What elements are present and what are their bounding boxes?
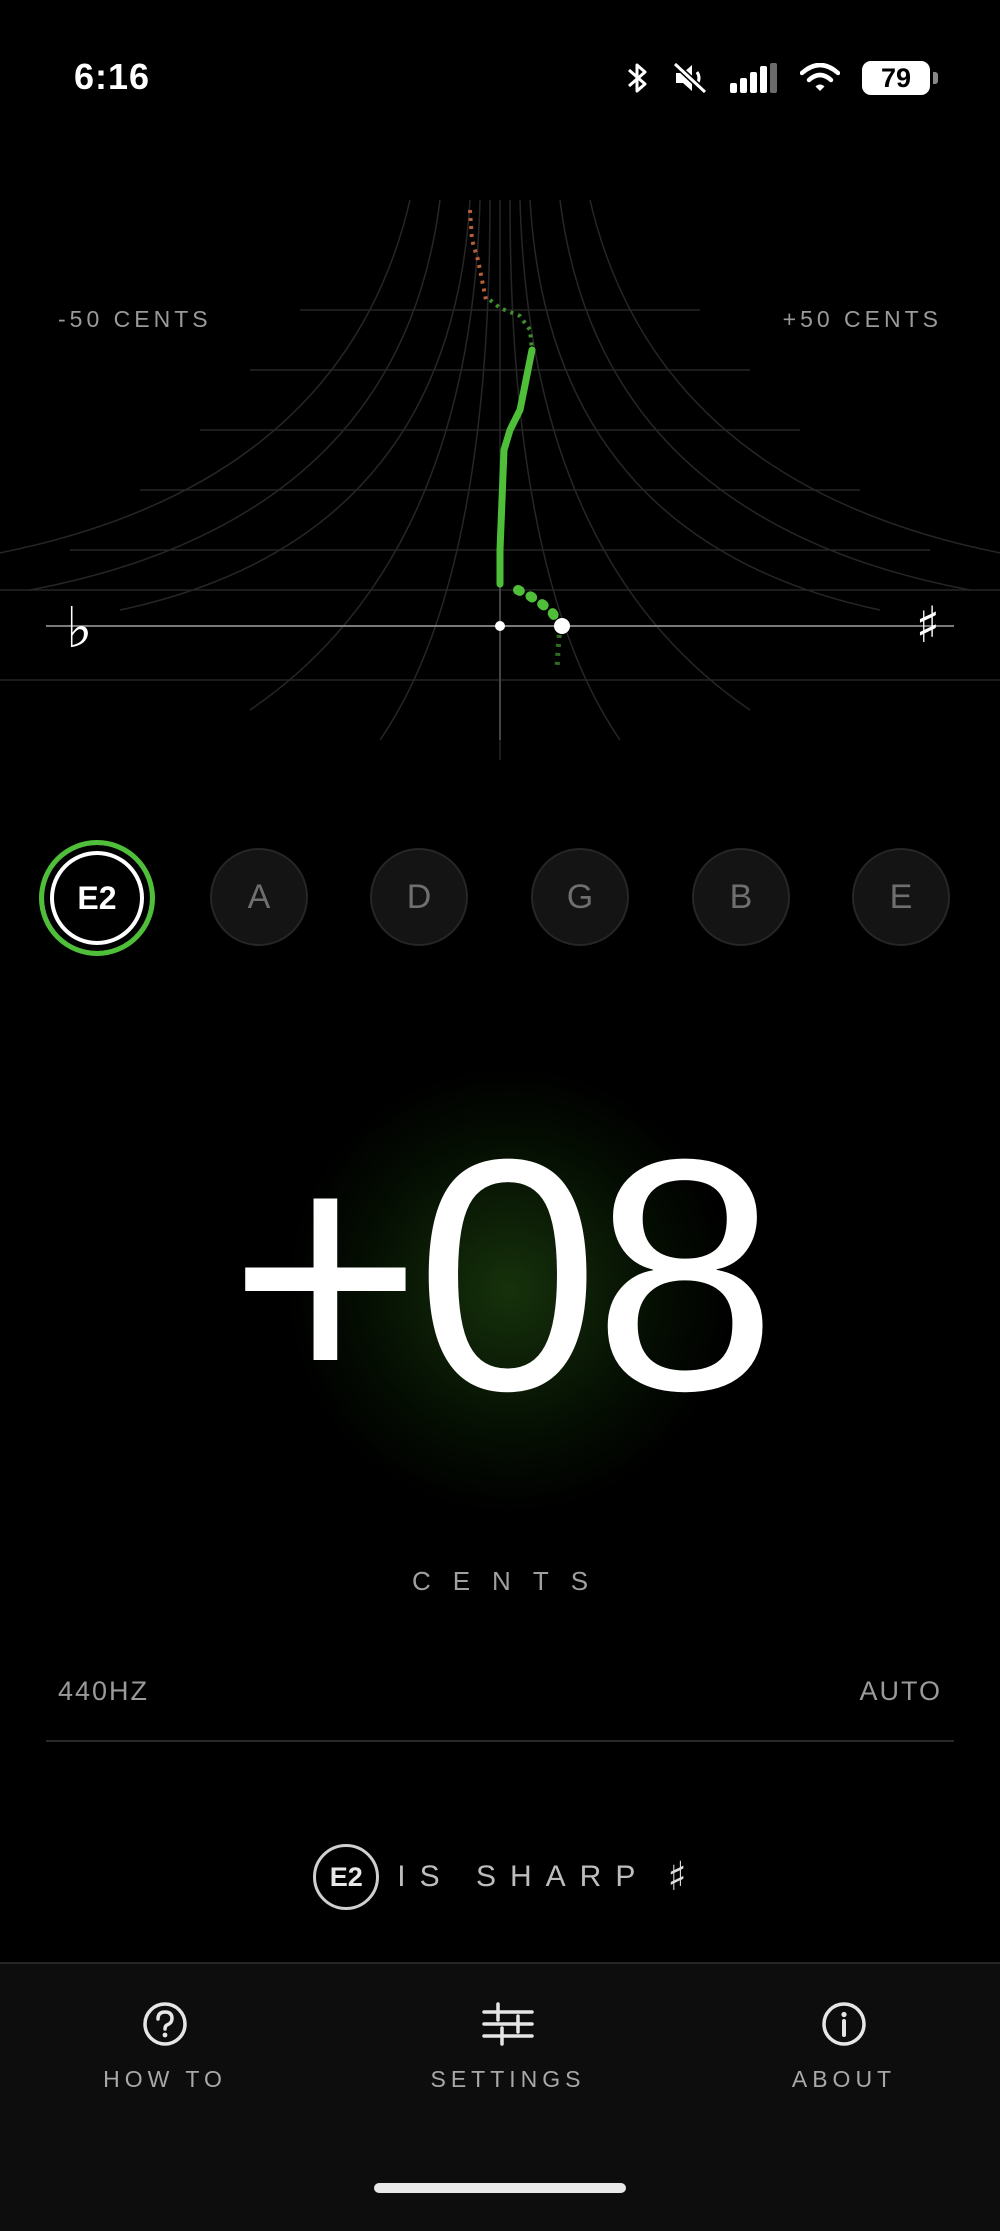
- battery-level: 79: [880, 62, 912, 93]
- pitch-trace-orange: [468, 209, 488, 301]
- battery-icon: 79: [862, 61, 938, 95]
- question-circle-icon: [143, 2002, 187, 2046]
- bluetooth-icon: [628, 63, 647, 93]
- message-sharp-icon: ♯: [667, 1854, 687, 1900]
- wifi-icon: [800, 63, 840, 91]
- status-icons: 79: [626, 58, 938, 98]
- string-button-g[interactable]: G: [531, 848, 629, 946]
- plus-50-cents-label: +50 CENTS: [782, 306, 942, 332]
- tuner-screen: 6:16 79 -50 CENTS +50 CENTS ♭ ♯ E2 A D G…: [0, 0, 1000, 2231]
- message-text: IS SHARP: [397, 1860, 650, 1893]
- pitch-trace-green-dots: [513, 585, 565, 631]
- tab-about-label: ABOUT: [791, 2066, 897, 2092]
- cents-unit-label: CENTS: [411, 1566, 611, 1596]
- sharp-icon: ♯: [915, 596, 940, 654]
- tab-how-to[interactable]: HOW TO: [35, 2000, 295, 2093]
- pitch-history-graph: [0, 199, 1000, 760]
- status-bar: 6:16 79: [0, 0, 1000, 160]
- info-circle-icon: [822, 2002, 866, 2046]
- mute-icon: [672, 61, 708, 95]
- string-selector: E2 A D G B E: [0, 840, 1000, 956]
- sliders-icon: [482, 2002, 534, 2046]
- string-button-e[interactable]: E: [852, 848, 950, 946]
- minus-50-cents-label: -50 CENTS: [58, 306, 212, 332]
- cellular-signal-icon: [730, 63, 777, 93]
- tab-about[interactable]: ABOUT: [714, 2000, 974, 2093]
- string-button-a[interactable]: A: [210, 848, 308, 946]
- pitch-trace-green-thin: [488, 298, 534, 351]
- status-time: 6:16: [74, 56, 151, 97]
- string-button-b[interactable]: B: [692, 848, 790, 946]
- string-button-d[interactable]: D: [370, 848, 468, 946]
- tab-how-to-label: HOW TO: [103, 2066, 227, 2092]
- tuning-status-message: E2 IS SHARP ♯: [0, 1842, 1000, 1912]
- cents-readout: +08: [229, 1090, 777, 1459]
- home-indicator[interactable]: [374, 2183, 626, 2193]
- reference-frequency[interactable]: 440HZ: [58, 1676, 149, 1707]
- flat-icon: ♭: [66, 596, 93, 661]
- center-marker: [495, 621, 505, 631]
- tab-settings[interactable]: SETTINGS: [378, 2000, 638, 2093]
- reference-row: 440HZ AUTO: [46, 1676, 954, 1742]
- pitch-indicator-dot: [554, 618, 570, 634]
- message-note-badge: E2: [313, 1844, 380, 1910]
- tab-settings-label: SETTINGS: [430, 2066, 586, 2092]
- string-button-e2[interactable]: E2: [39, 840, 155, 956]
- detection-mode[interactable]: AUTO: [859, 1676, 942, 1707]
